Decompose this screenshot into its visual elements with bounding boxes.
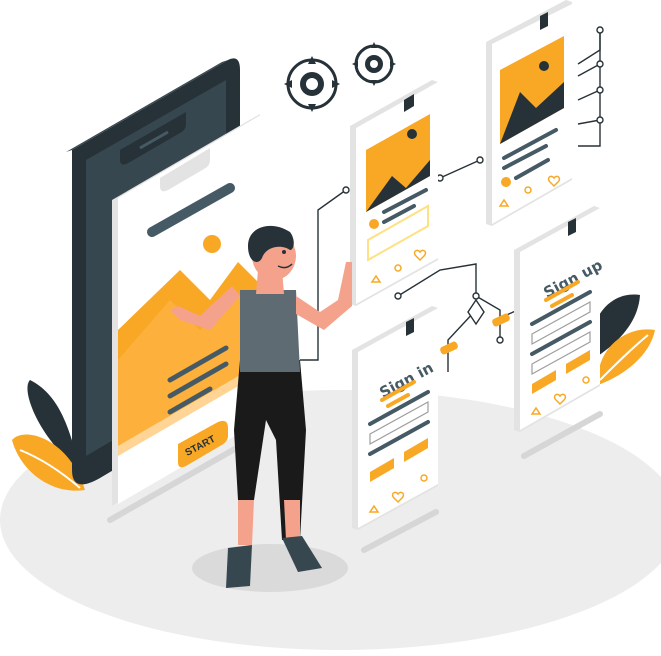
person-floor-shadow [192,544,348,592]
gear-icon [352,42,396,86]
wireframe-card-gallery-right [486,0,572,226]
gear-icon [284,56,340,112]
plant-right [590,294,655,385]
app-wireframe-illustration: START Sign up Sign in [0,0,661,650]
wireframe-card-sign-up: Sign up [514,206,606,432]
wireframe-card-gallery-left [350,80,438,306]
